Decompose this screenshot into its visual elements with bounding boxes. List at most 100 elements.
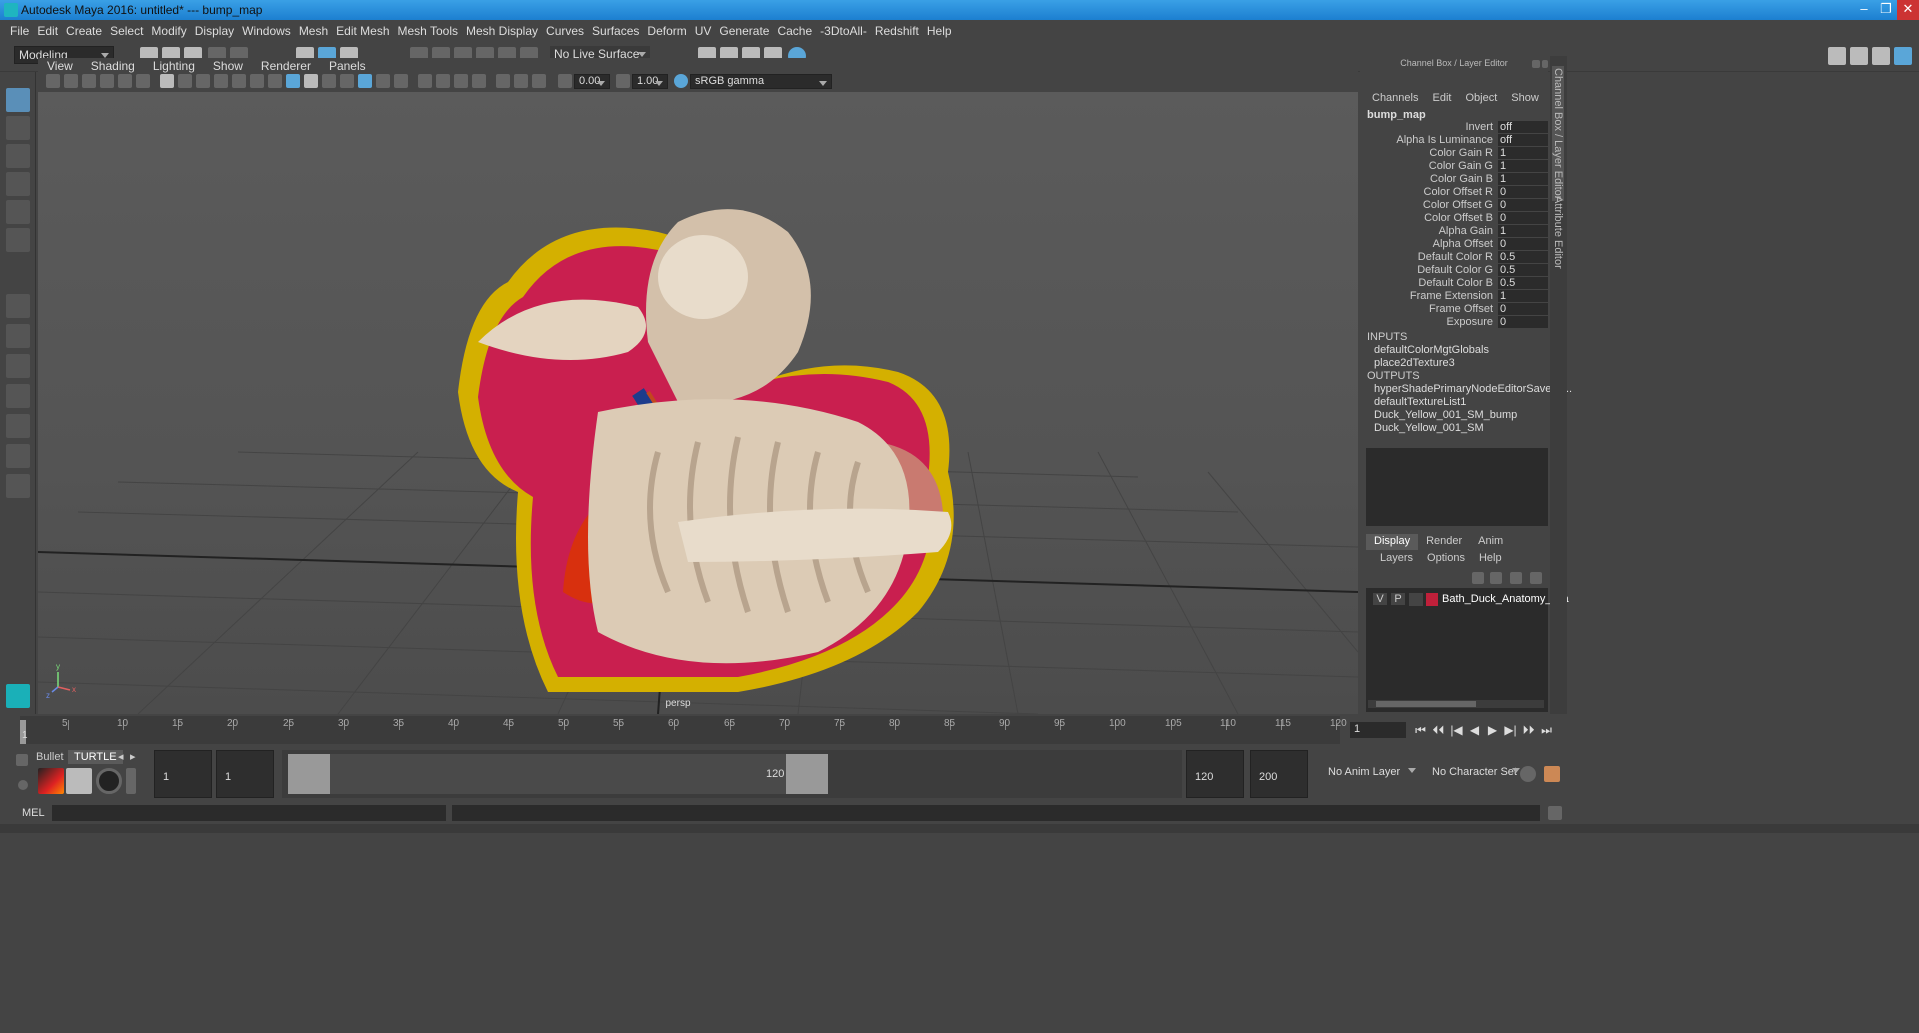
viewport-menu-renderer[interactable]: Renderer (252, 59, 320, 73)
tool-settings-icon[interactable] (1872, 47, 1890, 65)
workspace-icon[interactable] (1828, 47, 1846, 65)
image-plane-icon[interactable] (100, 74, 114, 88)
output-node[interactable]: hyperShadePrimaryNodeEditorSavedT... (1374, 383, 1572, 395)
start-time-field[interactable]: 1 (154, 750, 212, 798)
shelf-tab-turtle[interactable]: TURTLE (68, 750, 123, 764)
menu-modify[interactable]: Modify (151, 24, 194, 38)
attr-row[interactable]: Default Color G 0.5 (1360, 264, 1548, 277)
attribute-editor-side-tab[interactable]: Attribute Editor (1552, 196, 1564, 269)
menu-edit-mesh[interactable]: Edit Mesh (336, 24, 397, 38)
exposure-field[interactable]: 0.00 (574, 74, 610, 89)
single-perspective-layout-icon[interactable] (6, 294, 30, 318)
gate-mask-icon[interactable] (214, 74, 228, 88)
viewport-scene[interactable]: persp y x z (38, 92, 1358, 714)
tab-render[interactable]: Render (1418, 534, 1470, 550)
layer-visibility-toggle[interactable]: V (1373, 593, 1387, 605)
menu-surfaces[interactable]: Surfaces (592, 24, 647, 38)
layer-color-swatch[interactable] (1426, 593, 1438, 606)
go-to-start-button[interactable]: ⏮ (1414, 724, 1427, 737)
shelf-turtle-render-icon[interactable] (38, 768, 64, 794)
wireframe-icon[interactable] (286, 74, 300, 88)
film-gate-icon[interactable] (178, 74, 192, 88)
side-by-side-layout-icon[interactable] (6, 354, 30, 378)
paint-select-tool-icon[interactable] (6, 144, 30, 168)
character-set-dropdown[interactable]: No Character Set (1428, 762, 1524, 784)
wireframe-on-shaded-icon[interactable] (322, 74, 336, 88)
color-management-icon[interactable] (674, 74, 688, 88)
menu-windows[interactable]: Windows (242, 24, 299, 38)
layer-list-scrollbar[interactable] (1368, 700, 1544, 708)
range-start-handle[interactable] (288, 754, 330, 794)
shelf-scroll-icon[interactable] (126, 768, 136, 794)
layer-help-menu[interactable]: Help (1472, 552, 1509, 566)
2d-pan-zoom-icon[interactable] (118, 74, 132, 88)
shelf-sphere-icon[interactable] (96, 768, 122, 794)
shelf-tab-left-arrow[interactable]: ◂ (118, 750, 124, 763)
restore-button[interactable]: ❐ (1875, 0, 1897, 20)
shelf-settings-icon[interactable] (18, 780, 28, 790)
play-forwards-button[interactable]: ▶ (1486, 724, 1499, 737)
menu-display[interactable]: Display (195, 24, 242, 38)
tab-display[interactable]: Display (1366, 534, 1419, 550)
channel-edit-menu[interactable]: Edit (1425, 92, 1458, 106)
menu-cache[interactable]: Cache (777, 24, 820, 38)
smooth-shade-icon[interactable] (304, 74, 318, 88)
viewport-menu-show[interactable]: Show (204, 59, 252, 73)
use-all-lights-icon[interactable] (358, 74, 372, 88)
output-node[interactable]: Duck_Yellow_001_SM (1374, 422, 1484, 434)
menu-3dtoall[interactable]: -3DtoAll- (820, 24, 875, 38)
script-editor-icon[interactable] (1548, 806, 1562, 820)
rotate-tool-icon[interactable] (6, 200, 30, 224)
xray-components-icon[interactable] (532, 74, 546, 88)
channel-object-menu[interactable]: Object (1458, 92, 1504, 106)
anti-aliasing-icon[interactable] (436, 74, 450, 88)
go-to-end-button[interactable]: ⏭ (1540, 724, 1553, 737)
camera-select-icon[interactable] (46, 74, 60, 88)
screen-space-ao-icon[interactable] (394, 74, 408, 88)
menu-create[interactable]: Create (66, 24, 110, 38)
auto-key-icon[interactable] (1520, 766, 1536, 782)
attr-row[interactable]: Default Color B 0.5 (1360, 277, 1548, 290)
viewport-menu-shading[interactable]: Shading (82, 59, 144, 73)
attr-row[interactable]: Color Gain B1 (1360, 173, 1548, 186)
bookmark-icon[interactable] (82, 74, 96, 88)
current-frame-field[interactable]: 1 (1350, 722, 1406, 738)
move-layer-up-icon[interactable] (1472, 572, 1484, 584)
output-node[interactable]: defaultTextureList1 (1374, 396, 1466, 408)
command-input[interactable] (52, 805, 446, 821)
view-transform-dropdown[interactable]: sRGB gamma (690, 74, 832, 89)
minimize-button[interactable]: – (1853, 0, 1875, 20)
attr-row[interactable]: Frame Offset 0 (1360, 303, 1548, 316)
viewport-menu-lighting[interactable]: Lighting (144, 59, 204, 73)
xray-icon[interactable] (496, 74, 510, 88)
animation-preferences-icon[interactable] (1544, 766, 1560, 782)
layer-type-toggle[interactable] (1409, 593, 1423, 606)
attr-row[interactable]: Alpha Is Luminance off (1360, 134, 1548, 147)
command-language-label[interactable]: MEL (22, 807, 45, 819)
attr-row[interactable]: Color Offset B0 (1360, 212, 1548, 225)
shelf-baking-icon[interactable] (66, 768, 92, 794)
attr-row[interactable]: Color Offset R0 (1360, 186, 1548, 199)
duck-model[interactable] (458, 209, 954, 693)
close-button[interactable]: ✕ (1897, 0, 1919, 20)
shadows-icon[interactable] (376, 74, 390, 88)
resolution-gate-icon[interactable] (196, 74, 210, 88)
safe-title-icon[interactable] (268, 74, 282, 88)
textured-icon[interactable] (340, 74, 354, 88)
menu-edit[interactable]: Edit (37, 24, 66, 38)
channel-box-toggle-icon[interactable] (1894, 47, 1912, 65)
menu-deform[interactable]: Deform (647, 24, 694, 38)
input-node[interactable]: defaultColorMgtGlobals (1374, 344, 1489, 356)
menu-curves[interactable]: Curves (546, 24, 592, 38)
depth-of-field-icon[interactable] (454, 74, 468, 88)
range-slider[interactable]: 1 120 (282, 750, 1182, 798)
attr-row[interactable]: Color Gain R1 (1360, 147, 1548, 160)
four-view-layout-icon[interactable] (6, 324, 30, 348)
layers-menu[interactable]: Layers (1366, 552, 1420, 566)
play-backwards-button[interactable]: ◀ (1468, 724, 1481, 737)
field-chart-icon[interactable] (232, 74, 246, 88)
anim-layer-dropdown[interactable]: No Anim Layer (1324, 762, 1420, 784)
menu-redshift[interactable]: Redshift (875, 24, 927, 38)
menu-help[interactable]: Help (927, 24, 960, 38)
playback-end-field[interactable]: 120 (1186, 750, 1244, 798)
